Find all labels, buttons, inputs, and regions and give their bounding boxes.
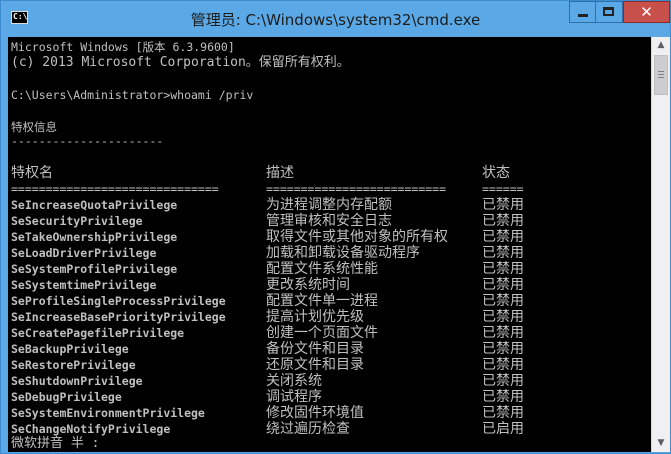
banner-line-2: (c) 2013 Microsoft Corporation。保留所有权利。 (11, 55, 350, 70)
separator-desc: ========================== (266, 182, 447, 196)
minimize-icon (578, 14, 588, 17)
maximize-icon (603, 7, 614, 16)
header-desc: 描述 (266, 165, 294, 181)
header-name: 特权名 (11, 165, 53, 181)
privilege-name: SeSystemEnvironmentPrivilege (11, 406, 205, 420)
minimize-button[interactable] (569, 1, 596, 23)
privilege-state: 已禁用 (482, 229, 524, 245)
separator-name: ============================== (11, 182, 219, 196)
scroll-up-arrow-icon[interactable]: ▲ (652, 37, 670, 54)
privilege-state: 已禁用 (482, 261, 524, 277)
privilege-name: SeRestorePrivilege (11, 358, 136, 372)
privilege-description: 还原文件和目录 (266, 357, 364, 373)
privilege-state: 已禁用 (482, 373, 524, 389)
privilege-state: 已禁用 (482, 213, 524, 229)
vertical-scrollbar[interactable]: ▲ ▼ (651, 37, 670, 452)
privilege-description: 更改系统时间 (266, 277, 350, 293)
maximize-button[interactable] (596, 1, 623, 23)
privilege-name: SeShutdownPrivilege (11, 374, 143, 388)
privilege-description: 取得文件或其他对象的所有权 (266, 229, 448, 245)
privilege-state: 已禁用 (482, 341, 524, 357)
banner-line-1: Microsoft Windows [版本 6.3.9600] (11, 40, 235, 54)
close-icon: ✕ (640, 3, 653, 21)
privilege-state: 已禁用 (482, 197, 524, 213)
console-output[interactable]: Microsoft Windows [版本 6.3.9600] (c) 2013… (8, 37, 651, 452)
privilege-description: 创建一个页面文件 (266, 325, 378, 341)
close-button[interactable]: ✕ (623, 1, 670, 23)
privilege-description: 关闭系统 (266, 373, 322, 389)
privilege-state: 已禁用 (482, 325, 524, 341)
title-bar[interactable]: C:\ 管理员: C:\Windows\system32\cmd.exe ✕ (1, 1, 670, 37)
privilege-state: 已禁用 (482, 405, 524, 421)
header-state: 状态 (482, 165, 510, 181)
privilege-name: SeBackupPrivilege (11, 342, 129, 356)
privilege-state: 已禁用 (482, 389, 524, 405)
privilege-state: 已禁用 (482, 357, 524, 373)
scrollbar-thumb[interactable] (654, 55, 668, 95)
command-prompt-line: C:\Users\Administrator>whoami /priv (11, 88, 254, 102)
scroll-down-arrow-icon[interactable]: ▼ (652, 435, 670, 452)
privilege-description: 调试程序 (266, 389, 322, 405)
privilege-name: SeIncreaseQuotaPrivilege (11, 198, 178, 212)
privilege-state: 已禁用 (482, 309, 524, 325)
privilege-name: SeDebugPrivilege (11, 390, 122, 404)
privilege-name: SeChangeNotifyPrivilege (11, 422, 171, 436)
cmd-window: C:\ 管理员: C:\Windows\system32\cmd.exe ✕ M… (0, 0, 671, 454)
privilege-description: 绕过遍历检查 (266, 421, 350, 437)
privilege-state: 已禁用 (482, 245, 524, 261)
privilege-name: SeSecurityPrivilege (11, 214, 143, 228)
privilege-description: 为进程调整内存配额 (266, 197, 392, 213)
privilege-description: 提高计划优先级 (266, 309, 364, 325)
privilege-state: 已禁用 (482, 293, 524, 309)
privilege-state: 已禁用 (482, 277, 524, 293)
privilege-name: SeSystemtimePrivilege (11, 278, 157, 292)
privilege-description: 配置文件系统性能 (266, 261, 378, 277)
section-underline: ---------------------- (11, 134, 164, 148)
privilege-description: 管理审核和安全日志 (266, 213, 392, 229)
privilege-name: SeTakeOwnershipPrivilege (11, 230, 178, 244)
privilege-description: 修改固件环境值 (266, 405, 364, 421)
privilege-name: SeProfileSingleProcessPrivilege (11, 294, 226, 308)
privilege-state: 已启用 (482, 421, 524, 437)
privilege-description: 加载和卸载设备驱动程序 (266, 245, 420, 261)
privilege-description: 备份文件和目录 (266, 341, 364, 357)
ime-status-line: 微软拼音 半 : (11, 436, 100, 451)
privilege-description: 配置文件单一进程 (266, 293, 378, 309)
privilege-name: SeLoadDriverPrivilege (11, 246, 157, 260)
privilege-name: SeIncreaseBasePriorityPrivilege (11, 310, 226, 324)
separator-state: ====== (482, 182, 524, 196)
privilege-name: SeSystemProfilePrivilege (11, 262, 178, 276)
privilege-name: SeCreatePagefilePrivilege (11, 326, 185, 340)
